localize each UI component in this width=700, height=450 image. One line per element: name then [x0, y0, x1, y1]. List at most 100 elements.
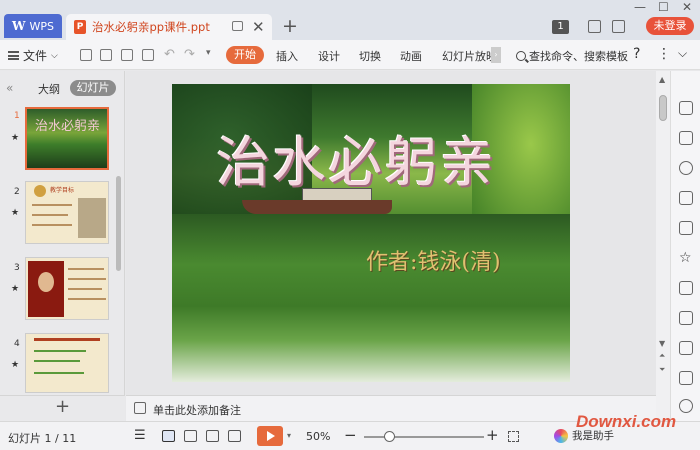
- play-slideshow-button[interactable]: [257, 426, 283, 446]
- menu-icon: [8, 51, 19, 60]
- search-icon: [516, 51, 526, 61]
- thumb-number: 2: [14, 187, 20, 197]
- image-icon[interactable]: [679, 341, 693, 355]
- tab-animation[interactable]: 动画: [400, 48, 422, 64]
- tab-slideshow[interactable]: 幻灯片放映: [442, 48, 497, 64]
- file-menu[interactable]: 文件 ⌵: [8, 47, 58, 64]
- ppt-file-icon: P: [74, 20, 86, 34]
- animation-star-icon: ★: [11, 208, 20, 218]
- more-quick-access-icon[interactable]: ▾: [206, 48, 211, 58]
- export-icon[interactable]: [100, 49, 112, 61]
- login-button[interactable]: 未登录: [646, 17, 694, 35]
- thumb-heading-line: [34, 338, 100, 341]
- notes-placeholder[interactable]: 单击此处添加备注: [153, 402, 241, 418]
- tab-insert[interactable]: 插入: [276, 48, 298, 64]
- more-options-icon[interactable]: ⋮: [657, 46, 671, 62]
- maximize-icon[interactable]: ☐: [658, 0, 669, 14]
- document-tab-title: 治水必躬亲pp课件.ppt: [92, 20, 210, 34]
- canvas-scrollbar[interactable]: ▲ ▼ ⏶ ⏷: [656, 71, 670, 421]
- thumb-title: 治水必躬亲: [35, 119, 101, 134]
- tab-design[interactable]: 设计: [318, 48, 340, 64]
- document-tab[interactable]: P 治水必躬亲pp课件.ppt ✕: [66, 14, 272, 40]
- shapes-icon[interactable]: [679, 131, 693, 145]
- tab-outline[interactable]: 大纲: [38, 81, 60, 97]
- slide-thumbnail-2[interactable]: 教学目标: [25, 181, 109, 244]
- prev-slide-icon[interactable]: ⏶: [659, 351, 665, 361]
- right-sidebar: ☆: [670, 71, 700, 421]
- scroll-thumb[interactable]: [659, 95, 667, 121]
- thumb-number: 3: [14, 263, 20, 273]
- undo-icon[interactable]: ↶: [164, 47, 175, 62]
- zoom-in-icon[interactable]: +: [486, 426, 499, 444]
- print-icon[interactable]: [121, 49, 133, 61]
- slide-thumbnail-4[interactable]: [25, 333, 109, 393]
- backup-icon[interactable]: [679, 221, 693, 235]
- style-icon[interactable]: [679, 161, 693, 175]
- thumb-number: 1: [14, 111, 20, 121]
- properties-icon[interactable]: [679, 191, 693, 205]
- new-tab-button[interactable]: +: [282, 15, 298, 37]
- close-tab-icon[interactable]: ✕: [252, 18, 265, 36]
- magic-wand-icon[interactable]: [679, 101, 693, 115]
- slide-sorter-icon[interactable]: [184, 430, 197, 442]
- text-line: [34, 372, 84, 374]
- zoom-level[interactable]: 50%: [306, 430, 330, 443]
- close-window-icon[interactable]: ✕: [682, 0, 692, 14]
- minimize-icon[interactable]: —: [634, 0, 646, 14]
- preview-icon[interactable]: [142, 49, 154, 61]
- collapse-panel-icon[interactable]: «: [6, 81, 13, 95]
- text-line: [32, 224, 72, 226]
- star-icon[interactable]: ☆: [679, 251, 693, 265]
- notes-icon: [134, 402, 146, 414]
- normal-view-icon[interactable]: [162, 430, 175, 442]
- fit-to-window-icon[interactable]: [508, 431, 519, 442]
- text-line: [68, 278, 106, 280]
- reading-view-icon[interactable]: [206, 430, 219, 442]
- slide-thumbnail-1[interactable]: 治水必躬亲: [25, 107, 109, 170]
- thumb-number: 4: [14, 339, 20, 349]
- tab-slides[interactable]: 幻灯片: [70, 80, 116, 96]
- share-icon[interactable]: [679, 311, 693, 325]
- text-line: [68, 298, 106, 300]
- text-line: [34, 360, 80, 362]
- slide-thumbnail-3[interactable]: [25, 257, 109, 320]
- pin-tab-icon[interactable]: [232, 21, 243, 31]
- boat-image: [242, 200, 392, 214]
- presenter-icon[interactable]: [228, 430, 241, 442]
- scroll-down-icon[interactable]: ▼: [659, 339, 665, 348]
- notes-toggle-icon[interactable]: ☰: [134, 428, 146, 443]
- page-badge[interactable]: 1: [552, 20, 569, 34]
- command-search-label: 查找命令、搜索模板: [529, 50, 628, 63]
- zoom-slider[interactable]: [364, 436, 484, 438]
- template-icon[interactable]: [588, 20, 601, 33]
- slide-editor[interactable]: 治水必躬亲 作者:钱泳(清): [172, 84, 570, 382]
- play-options-chevron-icon[interactable]: ▾: [287, 431, 291, 440]
- add-slide-button[interactable]: +: [0, 395, 125, 421]
- zoom-out-icon[interactable]: −: [344, 426, 357, 444]
- tab-home[interactable]: 开始: [226, 46, 264, 64]
- wps-tab-label: WPS: [29, 19, 54, 33]
- wps-home-tab[interactable]: W WPS: [4, 14, 62, 38]
- chevron-down-icon: ⌵: [51, 50, 58, 61]
- animation-star-icon: ★: [11, 284, 20, 294]
- command-search[interactable]: 查找命令、搜索模板: [516, 48, 628, 64]
- next-slide-icon[interactable]: ⏷: [659, 365, 665, 375]
- collapse-ribbon-icon[interactable]: ⌵: [678, 46, 687, 61]
- tab-transition[interactable]: 切换: [359, 48, 381, 64]
- slides-panel-scrollbar[interactable]: [116, 176, 121, 271]
- ribbon-scroll-right-icon[interactable]: ›: [491, 47, 501, 63]
- slide-title[interactable]: 治水必躬亲: [216, 118, 496, 197]
- save-icon[interactable]: [80, 49, 92, 61]
- more-tools-icon[interactable]: [679, 399, 693, 413]
- zoom-slider-handle[interactable]: [384, 431, 395, 442]
- skin-icon[interactable]: [612, 20, 625, 33]
- slide-author[interactable]: 作者:钱泳(清): [366, 244, 501, 276]
- text-line: [68, 268, 104, 270]
- scroll-up-icon[interactable]: ▲: [659, 75, 665, 84]
- slide-library-icon[interactable]: [679, 281, 693, 295]
- help-icon[interactable]: ?: [633, 46, 640, 62]
- redo-icon[interactable]: ↷: [184, 47, 195, 62]
- layout-icon[interactable]: [679, 371, 693, 385]
- text-line: [32, 204, 72, 206]
- wps-logo-icon: W: [12, 19, 26, 33]
